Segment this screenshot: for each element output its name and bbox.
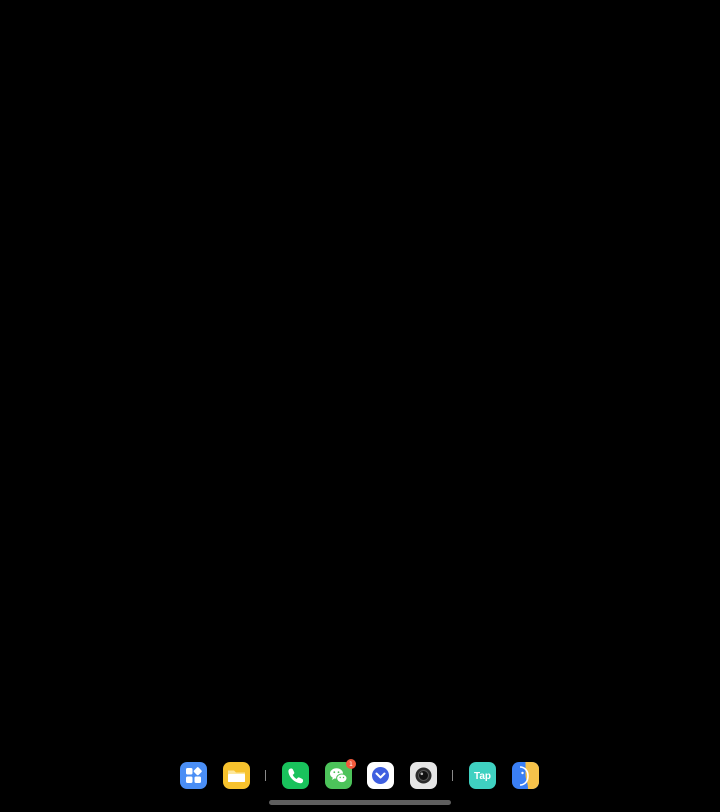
tap-logo-text: Tap — [474, 771, 491, 782]
app-drawer-icon[interactable] — [180, 762, 207, 789]
home-indicator[interactable] — [269, 800, 451, 805]
compass-icon — [367, 762, 394, 789]
grid-icon — [180, 762, 207, 789]
browser-app-icon[interactable] — [367, 762, 394, 789]
dock-divider — [452, 770, 453, 781]
phone-icon — [282, 762, 309, 789]
camera-app-icon[interactable] — [410, 762, 437, 789]
dock-divider — [265, 770, 266, 781]
tap-logo-icon: Tap — [469, 762, 496, 789]
notification-badge: 1 — [346, 759, 356, 769]
assistant-icon — [512, 762, 539, 789]
camera-lens-icon — [410, 762, 437, 789]
assistant-app-icon[interactable] — [512, 762, 539, 789]
dock: Tap — [0, 760, 720, 792]
phone-app-icon[interactable] — [282, 762, 309, 789]
file-manager-icon[interactable] — [223, 762, 250, 789]
folder-icon — [223, 762, 250, 789]
taptap-app-icon[interactable]: Tap — [469, 762, 496, 789]
home-screen: Tap 1 — [0, 0, 720, 812]
